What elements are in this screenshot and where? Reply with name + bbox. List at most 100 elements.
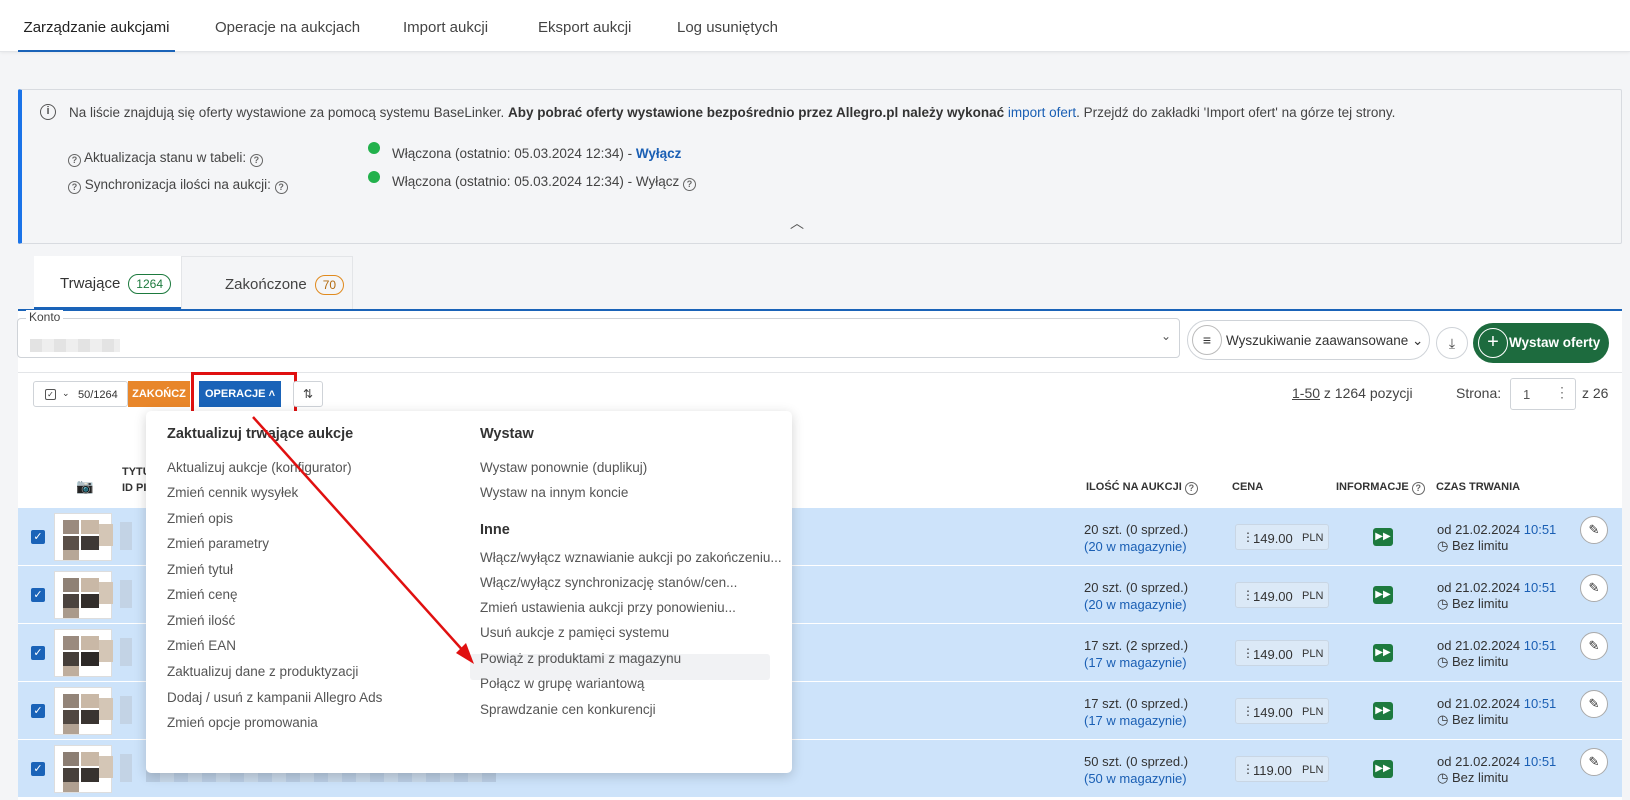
page-input[interactable]: 1 ⋮ — [1510, 378, 1576, 410]
advanced-search-label: Wyszukiwanie zaawansowane ⌄ — [1226, 333, 1424, 348]
stock-link[interactable]: (20 w magazynie) — [1084, 539, 1187, 554]
duration-cell: od 21.02.2024 10:51 ◷ Bez limitu — [1437, 638, 1556, 670]
price-field[interactable]: ⋮ 119.00 PLN — [1235, 756, 1329, 782]
qty-cell: 17 szt. (0 sprzed.) (17 w magazynie) — [1084, 695, 1188, 729]
account-select[interactable]: Konto ⌄ — [17, 310, 1180, 358]
tab-operacje-na-aukcjach[interactable]: Operacje na aukcjach — [215, 0, 360, 52]
qty-value: 17 szt. (2 sprzed.) — [1084, 638, 1189, 653]
stock-link[interactable]: (17 w magazynie) — [1084, 713, 1187, 728]
row-checkbox[interactable]: ✓ — [31, 530, 45, 544]
product-thumbnail[interactable] — [54, 513, 113, 561]
selected-count: 50/1264 — [78, 389, 118, 401]
finish-button[interactable]: ZAKOŃCZ — [128, 381, 190, 407]
notice-text-after: . Przejdź do zakładki 'Import ofert' na … — [1076, 105, 1396, 120]
currency: PLN — [1302, 706, 1324, 718]
help-icon[interactable]: ? — [683, 178, 697, 191]
tab-trwajace[interactable]: Trwające 1264 — [34, 256, 181, 309]
row-checkbox[interactable]: ✓ — [31, 588, 45, 602]
price-field[interactable]: ⋮ 149.00 PLN — [1235, 698, 1329, 724]
start-date: od 21.02.2024 — [1437, 522, 1524, 537]
tab-import-aukcji[interactable]: Import aukcji — [403, 0, 488, 52]
menu-item[interactable]: Włącz/wyłącz wznawianie aukcji po zakońc… — [480, 550, 782, 565]
notice-text: Na liście znajdują się oferty wystawione… — [69, 105, 508, 120]
menu-item[interactable]: Aktualizuj aukcje (konfigurator) — [167, 460, 352, 475]
product-thumbnail[interactable] — [54, 571, 113, 619]
row-checkbox[interactable]: ✓ — [31, 762, 45, 776]
product-thumbnail[interactable] — [54, 745, 113, 793]
menu-item[interactable]: Sprawdzanie cen konkurencji — [480, 702, 656, 717]
row-checkbox[interactable]: ✓ — [31, 646, 45, 660]
sort-icon[interactable]: ⇅ — [293, 381, 323, 407]
menu-item[interactable]: Zmień EAN — [167, 638, 236, 653]
help-icon[interactable]: ? — [1184, 482, 1198, 495]
qty-sync-label-text: Synchronizacja ilości na aukcji: — [84, 177, 271, 192]
menu-item[interactable]: Zmień cennik wysyłek — [167, 485, 298, 500]
tab-eksport-aukcji[interactable]: Eksport aukcji — [538, 0, 631, 52]
menu-item[interactable]: Zmień ustawienia aukcji przy ponowieniu.… — [480, 600, 736, 615]
fast-forward-icon[interactable]: ▶▶ — [1373, 760, 1393, 778]
fast-forward-icon[interactable]: ▶▶ — [1373, 644, 1393, 662]
add-offers-button[interactable]: + Wystaw oferty — [1473, 323, 1609, 363]
help-icon[interactable]: ? — [68, 154, 81, 167]
advanced-search-button[interactable]: ≡ Wyszukiwanie zaawansowane ⌄ — [1187, 320, 1430, 360]
stock-link[interactable]: (17 w magazynie) — [1084, 655, 1187, 670]
fast-forward-icon[interactable]: ▶▶ — [1373, 528, 1393, 546]
menu-item[interactable]: Zmień tytuł — [167, 562, 233, 577]
fast-forward-icon[interactable]: ▶▶ — [1373, 586, 1393, 604]
start-time: 10:51 — [1523, 522, 1557, 537]
product-thumbnail[interactable] — [54, 629, 113, 677]
menu-item[interactable]: Włącz/wyłącz synchronizację stanów/cen..… — [480, 575, 737, 590]
pencil-icon[interactable]: ✎ — [1580, 516, 1608, 544]
tab-log-usunietych[interactable]: Log usuniętych — [677, 0, 778, 52]
help-icon[interactable]: ? — [68, 181, 81, 194]
column-info[interactable]: INFORMACJE ? — [1336, 481, 1425, 495]
menu-item[interactable]: Zmień ilość — [167, 613, 235, 628]
product-thumbnail[interactable] — [54, 687, 113, 735]
menu-item[interactable]: Wystaw ponownie (duplikuj) — [480, 460, 647, 475]
pencil-icon[interactable]: ✎ — [1580, 690, 1608, 718]
disable-stock-update-link[interactable]: Wyłącz — [636, 146, 682, 161]
start-date: od 21.02.2024 — [1437, 638, 1524, 653]
price-field[interactable]: ⋮ 149.00 PLN — [1235, 640, 1329, 666]
price-field[interactable]: ⋮ 149.00 PLN — [1235, 524, 1329, 550]
kebab-icon: ⋮ — [1555, 384, 1569, 400]
menu-item[interactable]: Dodaj / usuń z kampanii Allegro Ads — [167, 690, 382, 705]
select-all-dropdown[interactable]: ✓ ⌄ 50/1264 — [33, 381, 128, 407]
count-badge: 1264 — [128, 274, 171, 294]
column-qty[interactable]: ILOŚĆ NA AUKCJI ? — [1086, 481, 1198, 495]
price-field[interactable]: ⋮ 149.00 PLN — [1235, 582, 1329, 608]
currency: PLN — [1302, 532, 1324, 544]
menu-item[interactable]: Zmień parametry — [167, 536, 269, 551]
count-badge: 70 — [314, 275, 345, 295]
tab-zakonczone[interactable]: Zakończone 70 — [181, 256, 353, 309]
stock-link[interactable]: (20 w magazynie) — [1084, 597, 1187, 612]
help-icon[interactable]: ? — [1411, 482, 1425, 495]
import-offers-link[interactable]: import ofert — [1008, 105, 1076, 120]
download-icon[interactable]: ⤓ — [1436, 327, 1468, 359]
stock-link[interactable]: (50 w magazynie) — [1084, 771, 1187, 786]
help-icon[interactable]: ? — [274, 181, 288, 194]
help-icon[interactable]: ? — [249, 154, 263, 167]
menu-item[interactable]: Zmień opcje promowania — [167, 715, 318, 730]
pencil-icon[interactable]: ✎ — [1580, 748, 1608, 776]
pencil-icon[interactable]: ✎ — [1580, 632, 1608, 660]
menu-item[interactable]: Powiąż z produktami z magazynu — [480, 651, 681, 666]
chevron-up-icon[interactable]: ︿ — [790, 213, 804, 233]
notice-bold-text: Aby pobrać oferty wystawione bezpośredni… — [507, 105, 1008, 120]
tab-zarzadzanie-aukcjami[interactable]: Zarządzanie aukcjami — [18, 0, 175, 52]
fast-forward-icon[interactable]: ▶▶ — [1373, 702, 1393, 720]
column-id[interactable]: ID PI — [122, 482, 146, 494]
start-date: od 21.02.2024 — [1437, 580, 1524, 595]
menu-item[interactable]: Połącz w grupę wariantową — [480, 676, 644, 691]
column-info-label: INFORMACJE — [1336, 481, 1409, 493]
menu-item[interactable]: Zmień opis — [167, 511, 233, 526]
menu-item[interactable]: Usuń aukcje z pamięci systemu — [480, 625, 669, 640]
pagination-range[interactable]: 1-50 — [1292, 385, 1320, 401]
menu-item[interactable]: Wystaw na innym koncie — [480, 485, 628, 500]
pencil-icon[interactable]: ✎ — [1580, 574, 1608, 602]
menu-item[interactable]: Zaktualizuj dane z produktyzacji — [167, 664, 358, 679]
menu-item[interactable]: Zmień cenę — [167, 587, 238, 602]
column-price[interactable]: CENA — [1232, 481, 1263, 493]
column-duration[interactable]: CZAS TRWANIA — [1436, 481, 1520, 493]
row-checkbox[interactable]: ✓ — [31, 704, 45, 718]
